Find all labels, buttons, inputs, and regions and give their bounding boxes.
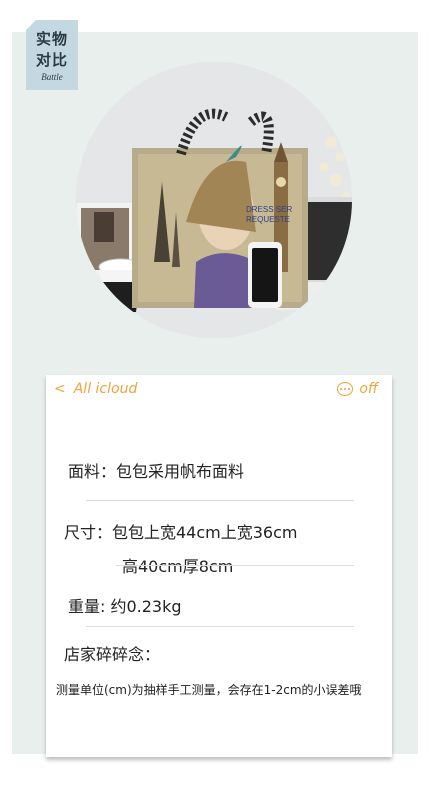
comparison-badge: 实物 对比 Battle: [26, 20, 78, 90]
badge-line-2: 对比: [35, 51, 68, 69]
back-label: All icloud: [73, 381, 138, 397]
shop-notes-title: 店家碎碎念：: [64, 645, 161, 664]
divider: [86, 626, 354, 627]
size-text-line-1: 尺寸：包包上宽44cm上宽36cm: [64, 523, 298, 542]
fabric-text: 面料：包包采用帆布面料: [68, 462, 245, 481]
back-link[interactable]: < All icloud: [54, 381, 137, 397]
shop-notes-text: 测量单位(cm)为抽样手工测量，会存在1-2cm的小误差哦: [56, 683, 362, 697]
chevron-left-icon: <: [54, 381, 66, 397]
weight-text: 重量: 约0.23kg: [68, 597, 182, 616]
badge-subtitle: Battle: [41, 72, 63, 82]
badge-line-1: 实物: [35, 30, 68, 48]
divider: [116, 565, 354, 566]
card-header: < All icloud off: [46, 375, 392, 405]
svg-text:REQUESTE: REQUESTE: [246, 215, 290, 224]
svg-text:DRESS SER: DRESS SER: [246, 205, 292, 214]
more-icon: [337, 382, 354, 396]
product-photo: DRESS SER REQUESTE: [76, 62, 352, 338]
off-toggle[interactable]: off: [337, 381, 378, 397]
info-card: < All icloud off 面料：包包采用帆布面料 尺寸：包包上宽44cm上…: [46, 375, 392, 757]
toggle-label: off: [359, 381, 378, 397]
divider: [86, 500, 354, 501]
